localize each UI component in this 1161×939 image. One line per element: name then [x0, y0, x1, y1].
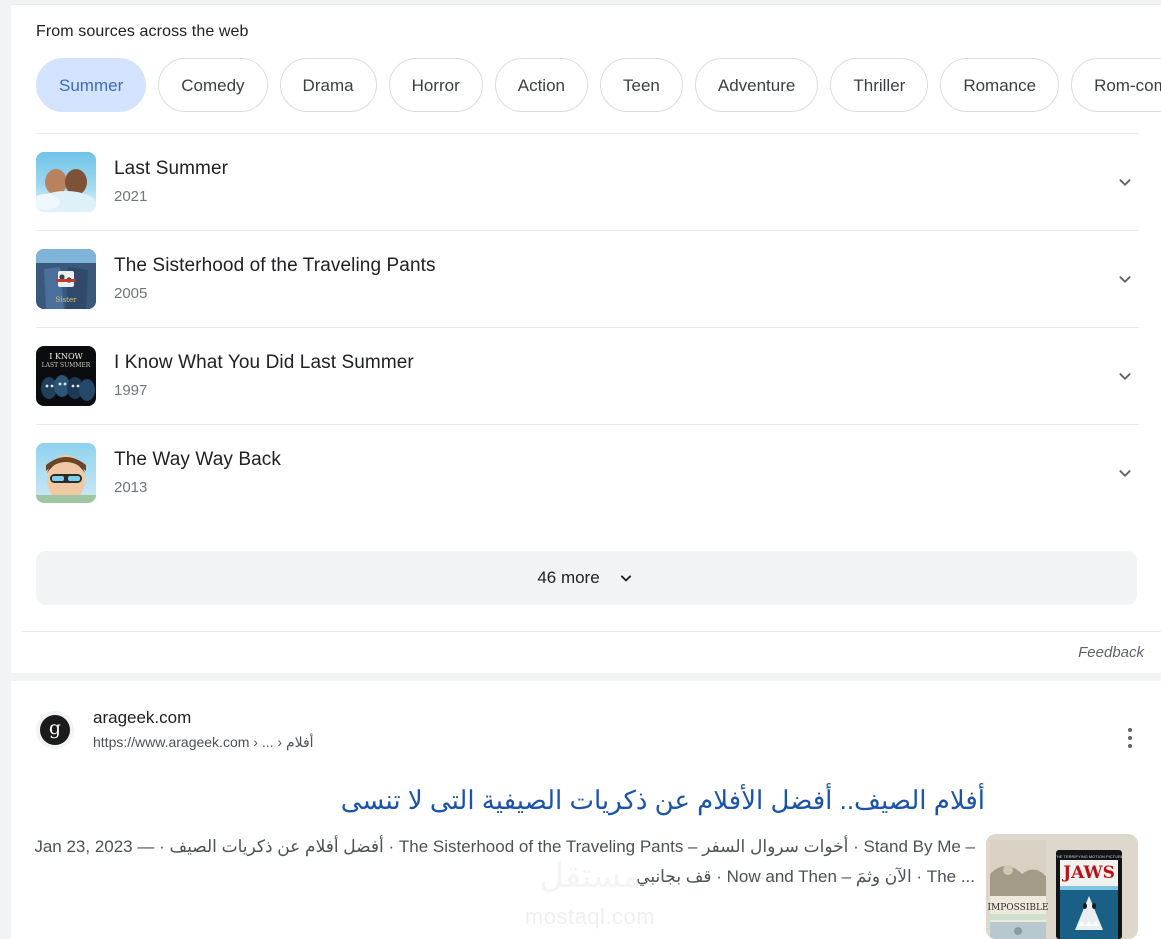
table-row[interactable]: I KNOW LAST SUMMER I Know What You Did L…	[36, 327, 1139, 424]
result-snippet: Jan 23, 2023 — · أفضل أفلام عن ذكريات ال…	[34, 837, 975, 886]
svg-text:THE TERRIFYING MOTION PICTURE: THE TERRIFYING MOTION PICTURE	[1054, 854, 1123, 859]
chevron-down-icon	[616, 568, 636, 588]
table-row[interactable]: Last Summer 2021	[36, 133, 1139, 230]
result-thumbnail[interactable]: IMPOSSIBLE THE TERRIFYING MOTION PICTURE…	[986, 834, 1138, 939]
movie-year: 2021	[114, 187, 148, 205]
chip-adventure[interactable]: Adventure	[694, 58, 819, 112]
movie-year: 2013	[114, 478, 148, 496]
result-source[interactable]: g arageek.com https://www.arageek.com › …	[36, 707, 314, 752]
i-know-what-you-did-poster: I KNOW LAST SUMMER	[36, 346, 96, 406]
svg-text:JAWS: JAWS	[1061, 863, 1115, 883]
movies-panel-card: From sources across the web Summer Comed…	[11, 4, 1161, 673]
chip-action[interactable]: Action	[494, 58, 588, 112]
feedback-link[interactable]: Feedback	[1078, 644, 1144, 661]
feedback-divider	[22, 631, 1161, 632]
movie-year: 1997	[114, 381, 148, 399]
movie-text: The Sisterhood of the Traveling Pants 20…	[114, 253, 1105, 306]
svg-text:Sister: Sister	[56, 296, 78, 304]
chip-teen[interactable]: Teen	[599, 58, 683, 112]
chip-label: Teen	[622, 76, 660, 95]
three-dot-menu-icon[interactable]	[1118, 722, 1142, 754]
movie-list: Last Summer 2021 Sister The Sisterhood o…	[36, 133, 1139, 521]
movie-title: I Know What You Did Last Summer	[114, 351, 414, 373]
movie-text: I Know What You Did Last Summer 1997	[114, 350, 1105, 403]
genre-chips-row[interactable]: Summer Comedy Drama Horror Action Teen A…	[36, 57, 1161, 113]
movie-text: The Way Way Back 2013	[114, 447, 1105, 500]
chip-horror[interactable]: Horror	[388, 58, 483, 112]
chip-comedy[interactable]: Comedy	[158, 58, 268, 112]
chip-drama[interactable]: Drama	[279, 58, 377, 112]
movie-text: Last Summer 2021	[114, 156, 1105, 209]
chevron-down-icon[interactable]	[1105, 162, 1145, 202]
svg-text:I KNOW: I KNOW	[49, 352, 83, 361]
way-way-back-poster	[36, 443, 96, 503]
search-results-page: From sources across the web Summer Comed…	[0, 0, 1161, 939]
sisterhood-poster: Sister	[36, 249, 96, 309]
result-title-link[interactable]: أفلام الصيف.. أفضل الأفلام عن ذكريات الص…	[25, 781, 985, 819]
favicon: g	[36, 710, 74, 749]
menu-dot	[1128, 744, 1132, 748]
chevron-down-icon[interactable]	[1105, 453, 1145, 493]
site-name: arageek.com	[93, 708, 192, 727]
chevron-down-icon[interactable]	[1105, 356, 1145, 396]
menu-dot	[1128, 736, 1132, 740]
chip-label: Romance	[963, 76, 1037, 95]
chevron-down-icon[interactable]	[1105, 259, 1145, 299]
chip-rom-com[interactable]: Rom-com	[1071, 58, 1161, 112]
chip-summer[interactable]: Summer	[36, 58, 147, 112]
chip-thriller[interactable]: Thriller	[830, 58, 929, 112]
site-block: arageek.com https://www.arageek.com › ..…	[93, 707, 314, 752]
chip-label: Drama	[302, 76, 354, 95]
sources-heading: From sources across the web	[36, 23, 249, 40]
movie-title: Last Summer	[114, 157, 229, 179]
svg-text:IMPOSSIBLE: IMPOSSIBLE	[987, 903, 1048, 913]
chip-label: Action	[517, 76, 565, 95]
chip-label: Comedy	[181, 76, 245, 95]
menu-dot	[1128, 728, 1132, 732]
chip-label: Adventure	[717, 76, 796, 95]
movie-year: 2005	[114, 284, 148, 302]
table-row[interactable]: Sister The Sisterhood of the Traveling P…	[36, 230, 1139, 327]
chip-label: Summer	[59, 76, 124, 95]
favicon-letter: g	[40, 714, 70, 745]
chip-label: Thriller	[853, 76, 906, 95]
svg-text:LAST SUMMER: LAST SUMMER	[42, 362, 91, 369]
breadcrumb: https://www.arageek.com › ... › أفلام	[93, 734, 314, 750]
table-row[interactable]: The Way Way Back 2013	[36, 424, 1139, 521]
movie-title: The Sisterhood of the Traveling Pants	[114, 254, 436, 276]
chip-romance[interactable]: Romance	[940, 58, 1060, 112]
movie-title: The Way Way Back	[114, 448, 282, 470]
chip-label: Rom-com	[1094, 76, 1161, 95]
show-more-button[interactable]: 46 more	[36, 551, 1137, 605]
chip-label: Horror	[411, 76, 460, 95]
last-summer-poster	[36, 152, 96, 212]
show-more-label: 46 more	[537, 568, 600, 587]
